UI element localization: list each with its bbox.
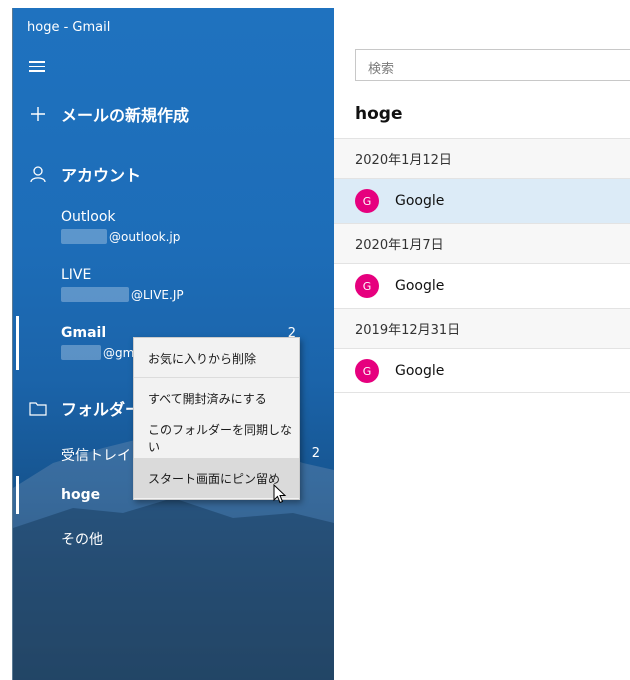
- accounts-header[interactable]: アカウント: [13, 162, 334, 186]
- sender-avatar: G: [355, 189, 379, 213]
- folder-title: hoge: [355, 104, 403, 124]
- menu-item-remove-favorite[interactable]: お気に入りから削除: [134, 338, 299, 378]
- account-email-domain: @LIVE.JP: [131, 287, 184, 302]
- redacted-text: [61, 229, 107, 244]
- account-email: @LIVE.JP: [61, 287, 184, 302]
- sender-name: Google: [395, 278, 445, 294]
- inbox-unread-count: 2: [311, 446, 320, 461]
- message-row[interactable]: G Google: [334, 348, 630, 393]
- menu-item-mark-all-read[interactable]: すべて開封済みにする: [134, 378, 299, 418]
- folder-item-hoge[interactable]: hoge: [61, 487, 100, 503]
- sender-name: Google: [395, 193, 445, 209]
- date-label: 2020年1月12日: [355, 153, 452, 168]
- menu-item-label: スタート画面にピン留め: [148, 471, 281, 486]
- date-label: 2020年1月7日: [355, 238, 444, 253]
- redacted-text: [61, 345, 101, 360]
- account-name: LIVE: [61, 267, 92, 283]
- selected-folder-indicator: [16, 476, 19, 514]
- list-end-divider: [334, 392, 630, 393]
- hamburger-icon[interactable]: [27, 58, 49, 76]
- redacted-text: [61, 287, 129, 302]
- message-list-pane: 検索 hoge 2020年1月12日 G Google 2020年1月7日 G …: [334, 8, 630, 680]
- date-label: 2019年12月31日: [355, 323, 461, 338]
- menu-item-label: このフォルダーを同期しない: [148, 423, 293, 454]
- account-gmail[interactable]: Gmail @gm: [61, 325, 134, 360]
- folders-label: フォルダー: [61, 400, 142, 419]
- account-live[interactable]: LIVE @LIVE.JP: [61, 267, 184, 302]
- menu-item-label: お気に入りから削除: [148, 351, 257, 366]
- date-group-header: 2019年12月31日: [334, 308, 630, 348]
- compose-button[interactable]: メールの新規作成: [13, 102, 334, 126]
- date-group-header: 2020年1月12日: [334, 138, 630, 178]
- sender-avatar: G: [355, 359, 379, 383]
- account-email-domain: @outlook.jp: [109, 229, 181, 244]
- plus-icon: [27, 103, 49, 125]
- folder-item-inbox[interactable]: 受信トレイ: [61, 445, 131, 465]
- menu-item-dont-sync[interactable]: このフォルダーを同期しない: [134, 418, 299, 458]
- sender-name: Google: [395, 363, 445, 379]
- account-name: Outlook: [61, 209, 116, 225]
- accounts-label: アカウント: [61, 166, 142, 185]
- message-row[interactable]: G Google: [334, 178, 630, 223]
- compose-label: メールの新規作成: [61, 106, 190, 125]
- account-outlook[interactable]: Outlook @outlook.jp: [61, 209, 180, 244]
- account-email: @outlook.jp: [61, 229, 180, 244]
- window-title: hoge - Gmail: [27, 20, 111, 35]
- mouse-cursor-icon: [273, 484, 287, 504]
- context-menu: お気に入りから削除 すべて開封済みにする このフォルダーを同期しない スタート画…: [133, 337, 300, 500]
- selected-indicator: [16, 316, 19, 370]
- sender-avatar: G: [355, 274, 379, 298]
- folder-item-other[interactable]: その他: [61, 529, 103, 549]
- menu-item-label: すべて開封済みにする: [148, 391, 267, 406]
- account-email-domain: @gm: [103, 345, 135, 360]
- folder-icon: [27, 397, 49, 419]
- search-input[interactable]: 検索: [355, 49, 630, 81]
- account-name: Gmail: [61, 325, 107, 341]
- person-icon: [27, 163, 49, 185]
- message-row[interactable]: G Google: [334, 263, 630, 308]
- date-group-header: 2020年1月7日: [334, 223, 630, 263]
- account-email: @gm: [61, 345, 134, 360]
